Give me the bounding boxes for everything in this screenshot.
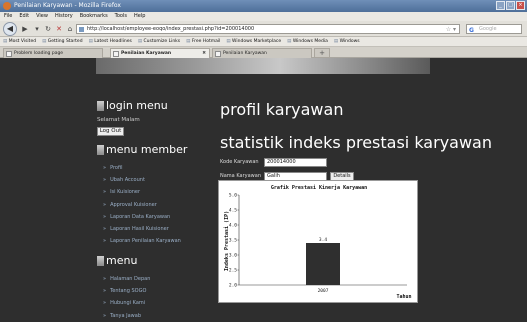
- minimize-button[interactable]: _: [496, 1, 505, 10]
- bar-data-label: 3.4: [319, 237, 327, 243]
- forward-button[interactable]: ▶: [20, 24, 30, 34]
- tab-page-icon: [113, 51, 119, 57]
- member-item-ubah-account[interactable]: Ubah Account: [103, 174, 181, 186]
- back-button[interactable]: ◀: [3, 22, 17, 36]
- search-placeholder: Google: [479, 26, 497, 32]
- member-menu-heading: menu member: [97, 143, 187, 156]
- y-tick-label: 2.0: [229, 283, 237, 289]
- logout-button[interactable]: Log Out: [97, 127, 124, 136]
- address-bar[interactable]: http://localhost/employee-eoqo/index_pre…: [76, 24, 460, 34]
- y-tick-label: 4.5: [229, 208, 237, 214]
- bullet-icon: [97, 255, 104, 266]
- menu-edit[interactable]: Edit: [19, 12, 29, 21]
- kode-karyawan-label: Kode Karyawan: [220, 159, 259, 165]
- maximize-button[interactable]: □: [506, 1, 515, 10]
- x-tick-label: 2007: [318, 288, 329, 294]
- menu-item-tentang-sogo[interactable]: Tentang SOGO: [103, 285, 150, 297]
- bookmark-windows[interactable]: Windows: [334, 37, 360, 46]
- page-content: login menu Selamat Malam Log Out menu me…: [0, 58, 527, 320]
- chart-svg: Grafik Prestasi Kinerja Karyawan Indeks …: [224, 184, 412, 300]
- navigation-toolbar: ◀ ▶ ▾ ↻ ✕ ⌂ http://localhost/employee-eo…: [0, 21, 527, 37]
- tab-label: Penilaian Karyawan: [223, 51, 267, 56]
- tab-label: Penilaian Karyawan: [121, 51, 172, 56]
- menu-bookmarks[interactable]: Bookmarks: [80, 12, 108, 21]
- bookmark-windows-marketplace[interactable]: Windows Marketplace: [226, 37, 281, 46]
- page-title: profil karyawan: [220, 100, 344, 119]
- member-item-laporan-data[interactable]: Laporan Data Karyawan: [103, 211, 181, 223]
- tab-page-icon: [6, 51, 12, 57]
- bookmark-windows-media[interactable]: Windows Media: [287, 37, 328, 46]
- performance-chart: Grafik Prestasi Kinerja Karyawan Indeks …: [218, 180, 418, 303]
- window-title: Penilaian Karyawan - Mozilla Firefox: [14, 2, 121, 9]
- menu-history[interactable]: History: [55, 12, 73, 21]
- bookmark-star-icon[interactable]: ☆ ▾: [446, 25, 456, 34]
- chart-xlabel: Tahun: [396, 294, 411, 300]
- dropdown-icon[interactable]: ▾: [32, 24, 42, 34]
- bookmark-latest-headlines[interactable]: Latest Headlines: [89, 37, 132, 46]
- y-tick-label: 3.0: [229, 253, 237, 259]
- main-menu-title: menu: [106, 254, 138, 267]
- page-favicon-icon: [79, 27, 84, 32]
- member-item-laporan-hasil[interactable]: Laporan Hasil Kuisioner: [103, 223, 181, 235]
- menu-bar: File Edit View History Bookmarks Tools H…: [0, 12, 527, 21]
- greeting-text: Selamat Malam: [97, 117, 140, 123]
- google-search-icon: G: [469, 27, 474, 34]
- bookmark-most-visited[interactable]: Most Visited: [3, 37, 36, 46]
- new-tab-button[interactable]: +: [314, 48, 330, 58]
- bookmark-customize-links[interactable]: Customize Links: [138, 37, 181, 46]
- menu-file[interactable]: File: [4, 12, 12, 21]
- main-menu-heading: menu: [97, 254, 137, 267]
- member-menu-title: menu member: [106, 143, 188, 156]
- page-subtitle: statistik indeks prestasi karyawan: [220, 133, 492, 152]
- y-tick-label: 5.0: [229, 193, 237, 199]
- tab-bar: Problem loading page Penilaian Karyawan …: [0, 47, 527, 58]
- window-controls: _ □ ×: [496, 1, 525, 10]
- bullet-icon: [97, 100, 104, 111]
- login-menu-heading: login menu: [97, 99, 168, 112]
- header-banner-image: [96, 58, 430, 74]
- bookmark-getting-started[interactable]: Getting Started: [42, 37, 83, 46]
- member-menu-list: Profil Ubah Account Isi Kuisioner Approv…: [103, 162, 181, 247]
- y-tick-label: 2.5: [229, 268, 237, 274]
- address-url: http://localhost/employee-eoqo/index_pre…: [87, 26, 255, 32]
- home-button[interactable]: ⌂: [65, 24, 75, 34]
- menu-item-hubungi-kami[interactable]: Hubungi Kami: [103, 297, 150, 309]
- nama-karyawan-label: Nama Karyawan: [220, 173, 261, 179]
- chart-bars: 3.4 2007: [306, 237, 340, 294]
- bookmarks-toolbar: Most Visited Getting Started Latest Head…: [0, 37, 527, 47]
- stop-button[interactable]: ✕: [54, 24, 64, 34]
- kode-karyawan-input[interactable]: 200014000: [264, 158, 327, 167]
- tab-label: Problem loading page: [14, 51, 64, 56]
- y-tick-label: 4.0: [229, 223, 237, 229]
- login-menu-title: login menu: [106, 99, 168, 112]
- menu-item-halaman-depan[interactable]: Halaman Depan: [103, 273, 150, 285]
- chart-title: Grafik Prestasi Kinerja Karyawan: [271, 184, 367, 191]
- bookmark-free-hotmail[interactable]: Free Hotmail: [186, 37, 221, 46]
- tab-page-icon: [215, 51, 221, 57]
- tab-penilaian[interactable]: Penilaian Karyawan: [212, 48, 312, 58]
- close-window-button[interactable]: ×: [516, 1, 525, 10]
- y-tick-label: 3.5: [229, 238, 237, 244]
- window-titlebar: Penilaian Karyawan - Mozilla Firefox _ □…: [0, 0, 527, 12]
- menu-help[interactable]: Help: [134, 12, 145, 21]
- member-item-isi-kuisioner[interactable]: Isi Kuisioner: [103, 186, 181, 198]
- menu-tools[interactable]: Tools: [115, 12, 127, 21]
- tab-problem-loading[interactable]: Problem loading page: [3, 48, 103, 58]
- bullet-icon: [97, 144, 104, 155]
- member-item-profil[interactable]: Profil: [103, 162, 181, 174]
- chart-bar: [306, 243, 340, 285]
- reload-button[interactable]: ↻: [43, 24, 53, 34]
- menu-view[interactable]: View: [36, 12, 48, 21]
- member-item-laporan-penilaian[interactable]: Laporan Penilaian Karyawan: [103, 235, 181, 247]
- search-box[interactable]: G Google: [466, 24, 522, 34]
- firefox-icon: [3, 2, 11, 10]
- member-item-approval-kuisioner[interactable]: Approval Kuisioner: [103, 199, 181, 211]
- chart-ticks: 2.0 2.5 3.0 3.5 4.0 4.5 5.0: [229, 193, 239, 289]
- main-menu-list: Halaman Depan Tentang SOGO Hubungi Kami …: [103, 273, 150, 322]
- tab-penilaian-active[interactable]: Penilaian Karyawan ✖: [110, 48, 210, 58]
